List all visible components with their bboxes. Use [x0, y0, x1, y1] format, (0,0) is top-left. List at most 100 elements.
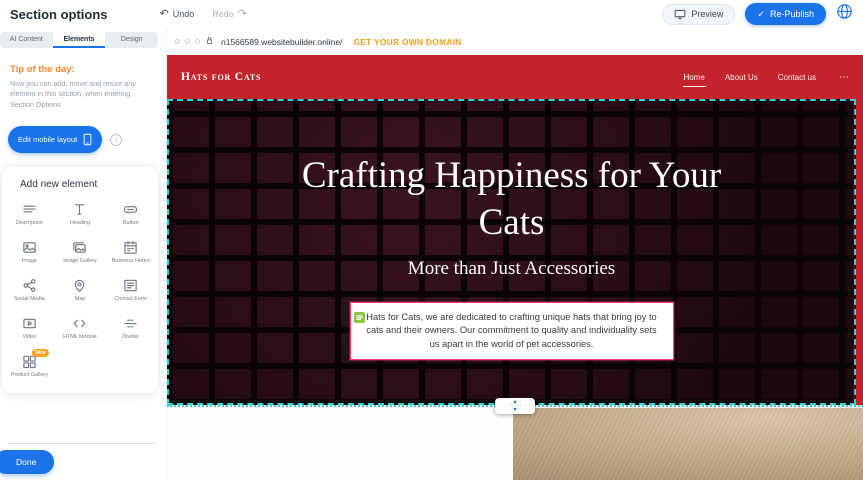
- redo-button[interactable]: Redo ↷: [212, 9, 247, 20]
- heading-icon: [72, 202, 87, 217]
- element-description[interactable]: Description: [4, 202, 55, 227]
- element-label: Map: [75, 296, 86, 303]
- tab-elements[interactable]: Elements: [53, 32, 106, 48]
- element-label: Description: [16, 220, 43, 227]
- get-domain-link[interactable]: GET YOUR OWN DOMAIN: [353, 37, 461, 47]
- mobile-layout-row: Edit mobile layout i: [8, 126, 166, 153]
- social-media-icon: [22, 278, 37, 293]
- site-preview: Hats for Cats Home About Us Contact us ⋯…: [167, 55, 863, 480]
- element-label: Image Gallery: [63, 258, 97, 265]
- next-section-image: [513, 408, 863, 480]
- edit-mobile-layout-button[interactable]: Edit mobile layout: [8, 126, 102, 153]
- nav-more-button[interactable]: ⋯: [839, 72, 849, 83]
- browser-dot-icon: [195, 39, 200, 44]
- image-gallery-icon: [72, 240, 87, 255]
- info-button[interactable]: i: [110, 134, 122, 146]
- site-logo[interactable]: Hats for Cats: [181, 71, 261, 83]
- new-badge: New: [32, 349, 48, 357]
- element-image-gallery[interactable]: Image Gallery: [55, 240, 106, 265]
- element-label: Divider: [122, 334, 139, 341]
- preview-button[interactable]: Preview: [662, 4, 735, 25]
- browser-dot-icon: [185, 39, 190, 44]
- button-icon: [123, 202, 138, 217]
- nav-contact-us[interactable]: Contact us: [777, 68, 817, 87]
- element-label: Button: [123, 220, 139, 227]
- element-label: Image: [22, 258, 37, 265]
- element-label: Social Media: [14, 296, 45, 303]
- site-nav: Home About Us Contact us ⋯: [683, 68, 850, 87]
- done-button[interactable]: Done: [0, 450, 54, 474]
- map-icon: [72, 278, 87, 293]
- hero-paragraph-text: Hats for Cats, we are dedicated to craft…: [365, 311, 659, 351]
- contact-form-icon: [123, 278, 138, 293]
- undo-button[interactable]: ↶ Undo: [160, 9, 195, 20]
- undo-icon: ↶: [160, 9, 169, 20]
- business-hours-icon: [123, 240, 138, 255]
- page-title: Section options: [10, 7, 108, 22]
- element-label: Business Hours: [112, 258, 150, 265]
- phone-icon: [83, 133, 92, 146]
- element-html-module[interactable]: HTML Module: [55, 316, 106, 341]
- hero-heading[interactable]: Crafting Happiness for Your Cats: [297, 153, 727, 246]
- redo-icon: ↷: [238, 9, 247, 20]
- hero-subheading[interactable]: More than Just Accessories: [408, 258, 615, 280]
- check-icon: ✓: [757, 9, 765, 20]
- language-globe-button[interactable]: [836, 3, 853, 25]
- paragraph-element-icon: [354, 312, 365, 323]
- tab-ai-content[interactable]: AI Content: [0, 32, 53, 48]
- element-label: Product Gallery: [11, 372, 48, 379]
- element-label: HTML Module: [63, 334, 97, 341]
- tip-of-the-day: Tip of the day: Now you can add, move an…: [0, 48, 166, 110]
- history-controls: ↶ Undo Redo ↷: [160, 9, 247, 20]
- mock-browser-bar: n1566589.websitebuilder.online/ GET YOUR…: [167, 28, 863, 55]
- site-url: n1566589.websitebuilder.online/: [221, 37, 342, 47]
- tab-label: Design: [121, 36, 143, 43]
- tab-design[interactable]: Design: [105, 32, 158, 48]
- element-divider[interactable]: Divider: [105, 316, 156, 341]
- hero-section-selected[interactable]: Crafting Happiness for Your Cats More th…: [167, 99, 856, 405]
- lock-icon: [205, 33, 214, 51]
- add-element-card: Add new element Description Heading Butt…: [2, 167, 158, 393]
- hero-section-band: Crafting Happiness for Your Cats More th…: [167, 99, 863, 405]
- info-icon: i: [115, 135, 117, 144]
- browser-dot-icon: [175, 39, 180, 44]
- section-boundary: ▲ ⋯⋯ ▼: [167, 405, 863, 407]
- element-grid: Description Heading Button Image Image G…: [4, 202, 156, 379]
- undo-label: Undo: [173, 9, 195, 19]
- element-product-gallery[interactable]: New Product Gallery: [4, 354, 55, 379]
- done-label: Done: [16, 457, 36, 467]
- image-icon: [22, 240, 37, 255]
- next-section[interactable]: [167, 405, 863, 480]
- element-heading[interactable]: Heading: [55, 202, 106, 227]
- section-options-panel: AI Content Elements Design Tip of the da…: [0, 28, 166, 480]
- element-contact-form[interactable]: Contact Form: [105, 278, 156, 303]
- sidebar-divider: [8, 443, 156, 444]
- video-icon: [22, 316, 37, 331]
- panel-tabs: AI Content Elements Design: [0, 32, 158, 48]
- element-label: Heading: [70, 220, 90, 227]
- element-label: Video: [22, 334, 36, 341]
- divider-icon: [123, 316, 138, 331]
- element-image[interactable]: Image: [4, 240, 55, 265]
- html-module-icon: [72, 316, 87, 331]
- element-social-media[interactable]: Social Media: [4, 278, 55, 303]
- nav-about-us[interactable]: About Us: [724, 68, 759, 87]
- add-element-title: Add new element: [20, 179, 156, 190]
- element-map[interactable]: Map: [55, 278, 106, 303]
- hero-paragraph-element[interactable]: Hats for Cats, we are dedicated to craft…: [350, 302, 674, 360]
- element-button[interactable]: Button: [105, 202, 156, 227]
- globe-icon: [836, 3, 853, 20]
- tip-title: Tip of the day:: [10, 64, 152, 75]
- tab-label: Elements: [63, 36, 94, 43]
- republish-button[interactable]: ✓ Re-Publish: [745, 3, 826, 25]
- element-business-hours[interactable]: Business Hours: [105, 240, 156, 265]
- republish-label: Re-Publish: [770, 9, 814, 19]
- element-video[interactable]: Video: [4, 316, 55, 341]
- toolbar-actions: Preview ✓ Re-Publish: [662, 3, 853, 25]
- site-header: Hats for Cats Home About Us Contact us ⋯: [167, 55, 863, 99]
- top-toolbar: Section options ↶ Undo Redo ↷ Preview ✓ …: [0, 0, 863, 28]
- section-resize-handle[interactable]: ▲ ⋯⋯ ▼: [495, 398, 535, 414]
- redo-label: Redo: [212, 9, 234, 19]
- monitor-icon: [674, 9, 686, 20]
- nav-home[interactable]: Home: [683, 68, 706, 87]
